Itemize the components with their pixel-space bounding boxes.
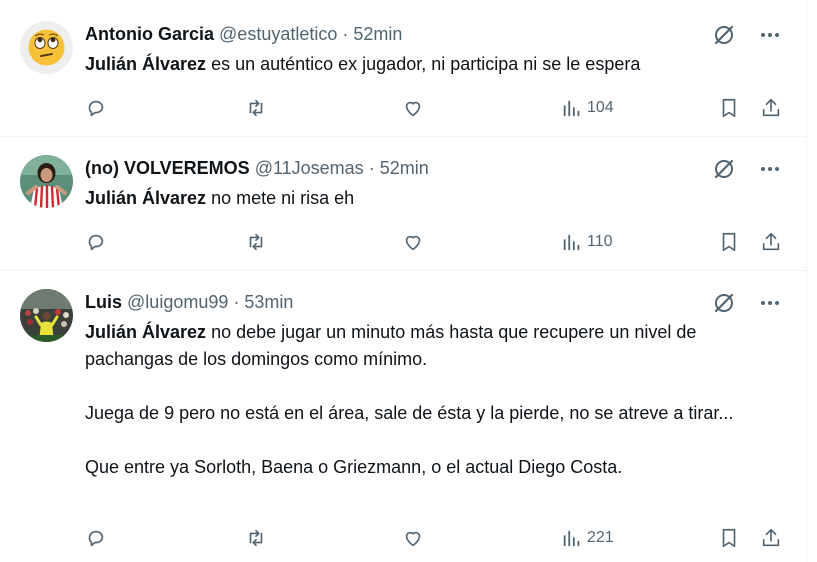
- bookmark-icon: [722, 528, 736, 548]
- more-icon[interactable]: [758, 23, 782, 47]
- views-icon: [563, 100, 580, 117]
- tweet-body: no debe jugar un minuto más hasta que re…: [85, 322, 734, 477]
- grok-icon[interactable]: [712, 157, 736, 181]
- grok-icon[interactable]: [712, 23, 736, 47]
- reply-button[interactable]: [85, 230, 107, 254]
- tweet-luis[interactable]: Luis @luigomu99 · 53min Julián Álvarez n…: [0, 271, 806, 562]
- user-handle[interactable]: @estuyatletico: [219, 24, 337, 44]
- reply-button[interactable]: [85, 96, 107, 120]
- views-icon: [563, 530, 580, 547]
- display-name[interactable]: (no) VOLVEREMOS: [85, 158, 250, 178]
- like-icon: [405, 531, 421, 547]
- views-button[interactable]: 110: [561, 230, 613, 254]
- like-button[interactable]: [402, 96, 424, 120]
- timestamp[interactable]: 53min: [244, 292, 293, 312]
- display-name[interactable]: Luis: [85, 292, 122, 312]
- tweet-actions: 104: [85, 96, 785, 120]
- display-name[interactable]: Antonio Garcia: [85, 24, 214, 44]
- views-button[interactable]: 104: [561, 96, 614, 120]
- reply-icon: [88, 530, 104, 547]
- user-handle[interactable]: @luigomu99: [127, 292, 228, 312]
- separator: ·: [342, 24, 349, 44]
- stadium-crowd-avatar: [20, 289, 73, 342]
- tweet-actions: 110: [85, 230, 785, 254]
- more-icon[interactable]: [758, 157, 782, 181]
- share-button[interactable]: [760, 230, 782, 254]
- tweet-antonio-garcia[interactable]: Antonio Garcia @estuyatletico · 52min Ju…: [0, 0, 806, 137]
- share-button[interactable]: [760, 96, 782, 120]
- tweet-body: es un auténtico ex jugador, ni participa…: [206, 54, 641, 74]
- mention[interactable]: Julián Álvarez: [85, 322, 206, 342]
- views-count: 221: [587, 529, 614, 546]
- tweet-text: Julián Álvarez es un auténtico ex jugado…: [85, 51, 785, 77]
- like-icon: [405, 235, 421, 251]
- separator: ·: [368, 158, 375, 178]
- avatar[interactable]: [20, 21, 73, 74]
- tweet-top-icons: [712, 157, 782, 181]
- mention[interactable]: Julián Álvarez: [85, 54, 206, 74]
- share-icon: [762, 528, 780, 547]
- more-icon[interactable]: [758, 291, 782, 315]
- timestamp[interactable]: 52min: [380, 158, 429, 178]
- reply-icon: [88, 100, 104, 117]
- retweet-icon: [249, 529, 263, 547]
- tweet-volveremos[interactable]: (no) VOLVEREMOS @11Josemas · 52min Juliá…: [0, 137, 806, 271]
- retweet-button[interactable]: [245, 96, 267, 120]
- bookmark-button[interactable]: [718, 96, 740, 120]
- tweet-text: Julián Álvarez no debe jugar un minuto m…: [85, 319, 785, 481]
- avatar[interactable]: [20, 289, 73, 342]
- like-icon: [405, 101, 421, 117]
- views-icon: [563, 234, 580, 251]
- reply-icon: [88, 234, 104, 251]
- bookmark-button[interactable]: [718, 526, 740, 550]
- retweet-button[interactable]: [245, 230, 267, 254]
- share-icon: [762, 232, 780, 251]
- tweet-header: Antonio Garcia @estuyatletico · 52min: [85, 22, 402, 46]
- bookmark-icon: [722, 98, 736, 118]
- separator: ·: [233, 292, 240, 312]
- tweet-body: no mete ni risa eh: [206, 188, 355, 208]
- user-handle[interactable]: @11Josemas: [255, 158, 364, 178]
- share-button[interactable]: [760, 526, 782, 550]
- like-button[interactable]: [402, 526, 424, 550]
- timestamp[interactable]: 52min: [353, 24, 402, 44]
- eye-roll-emoji-avatar: [20, 21, 73, 74]
- retweet-icon: [249, 233, 263, 251]
- reply-feed: Antonio Garcia @estuyatletico · 52min Ju…: [0, 0, 807, 562]
- tweet-header: (no) VOLVEREMOS @11Josemas · 52min: [85, 156, 429, 180]
- tweet-top-icons: [712, 291, 782, 315]
- tweet-header: Luis @luigomu99 · 53min: [85, 290, 293, 314]
- bookmark-button[interactable]: [718, 230, 740, 254]
- reply-button[interactable]: [85, 526, 107, 550]
- avatar[interactable]: [20, 155, 73, 208]
- views-count: 110: [587, 233, 613, 250]
- tweet-text: Julián Álvarez no mete ni risa eh: [85, 185, 785, 211]
- woman-in-striped-shirt-avatar: [20, 155, 73, 208]
- bookmark-icon: [722, 232, 736, 252]
- like-button[interactable]: [402, 230, 424, 254]
- retweet-icon: [249, 99, 263, 117]
- views-count: 104: [587, 99, 614, 116]
- views-button[interactable]: 221: [561, 526, 614, 550]
- share-icon: [762, 98, 780, 117]
- tweet-top-icons: [712, 23, 782, 47]
- mention[interactable]: Julián Álvarez: [85, 188, 206, 208]
- tweet-actions: 221: [85, 526, 785, 550]
- grok-icon[interactable]: [712, 291, 736, 315]
- retweet-button[interactable]: [245, 526, 267, 550]
